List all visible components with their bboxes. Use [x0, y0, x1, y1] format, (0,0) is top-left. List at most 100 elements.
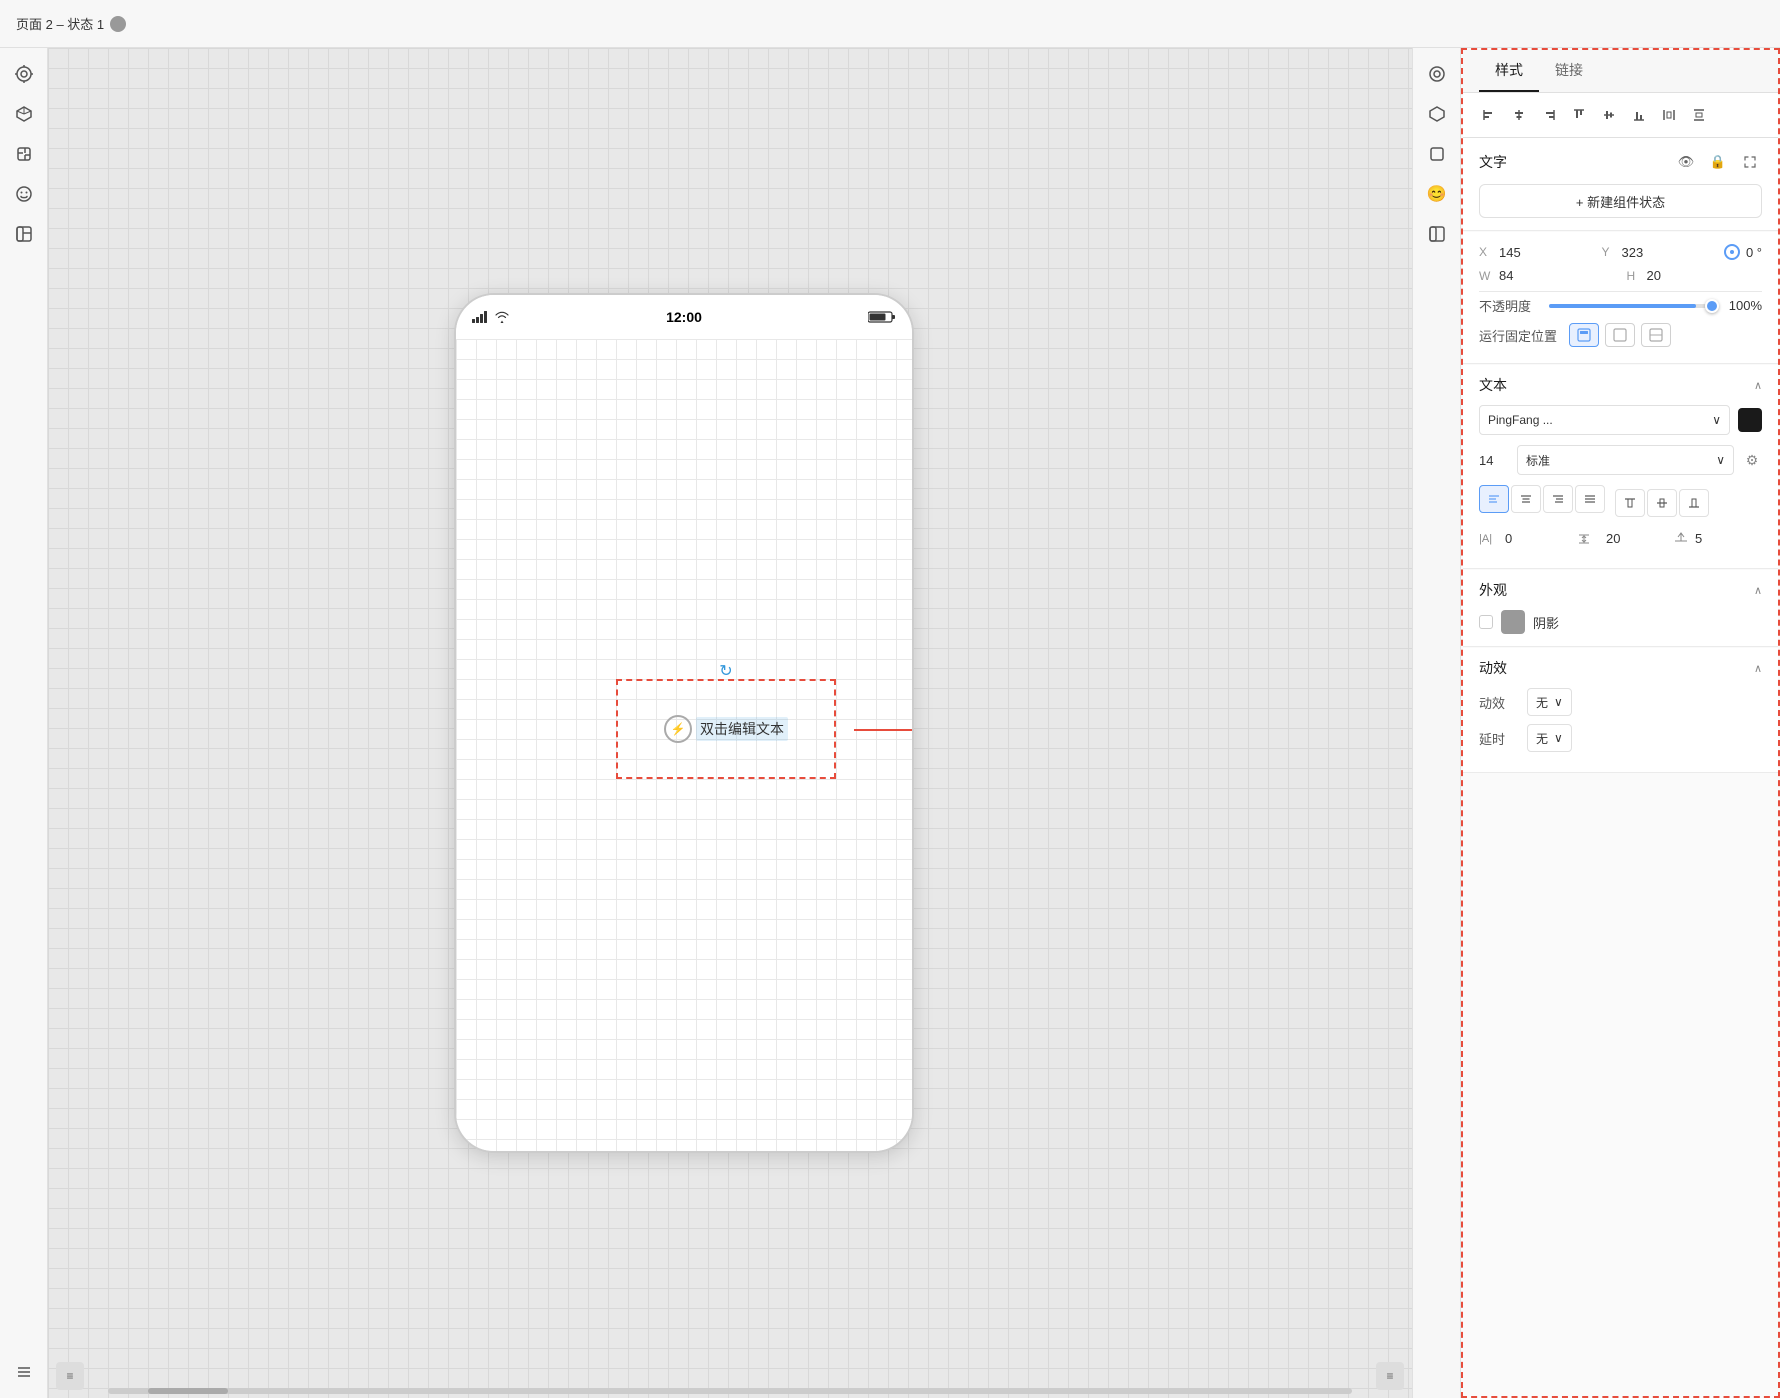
- opacity-slider[interactable]: [1549, 304, 1712, 308]
- canvas-grid: 12:00 ↻: [48, 48, 1412, 1398]
- phone-content[interactable]: ↻ ⚡ 双击编辑文本: [456, 339, 912, 1151]
- animation-collapse-icon[interactable]: ∧: [1754, 662, 1762, 675]
- sidebar-icon-resize[interactable]: [6, 136, 42, 172]
- line-height-value[interactable]: 20: [1606, 531, 1620, 546]
- letter-spacing-value[interactable]: 0: [1505, 531, 1512, 546]
- font-name: PingFang ...: [1488, 413, 1553, 427]
- line-height-icon: [1576, 531, 1600, 547]
- text-align-justify[interactable]: [1575, 485, 1605, 513]
- y-input[interactable]: [1621, 245, 1671, 260]
- text-align-center[interactable]: [1511, 485, 1541, 513]
- font-weight-select[interactable]: 标准 ∨: [1517, 445, 1734, 475]
- font-size-value[interactable]: 14: [1479, 453, 1509, 468]
- rotate-handle[interactable]: ↻: [719, 661, 732, 681]
- w-input[interactable]: [1499, 268, 1549, 283]
- expand-icon[interactable]: [1738, 150, 1762, 174]
- baseline-field: 5: [1673, 529, 1762, 548]
- rotation-dot[interactable]: [1724, 244, 1740, 260]
- lock-icon[interactable]: 🔒: [1706, 150, 1730, 174]
- text-collapse-icon[interactable]: ∧: [1754, 379, 1762, 392]
- sidebar-icon-emoji[interactable]: [6, 176, 42, 212]
- scrollbar-thumb[interactable]: [148, 1388, 228, 1394]
- w-field: W: [1479, 268, 1615, 283]
- canvas-area[interactable]: 12:00 ↻: [48, 48, 1412, 1398]
- shadow-label: 阴影: [1533, 613, 1559, 632]
- letter-spacing-field: |A| 0: [1479, 531, 1568, 546]
- component-header: 文字 👁 🔒: [1479, 150, 1762, 174]
- anim-effect-dropdown: ∨: [1554, 695, 1563, 709]
- baseline-value[interactable]: 5: [1695, 531, 1702, 546]
- vert-align-bottom[interactable]: [1679, 489, 1709, 517]
- text-title: 文本: [1479, 375, 1507, 395]
- opacity-row: 不透明度 100%: [1479, 296, 1762, 315]
- toolbar-emoji-icon[interactable]: 😊: [1419, 176, 1455, 212]
- anim-delay-row: 延时 无 ∨: [1479, 724, 1762, 752]
- letter-spacing-icon: |A|: [1479, 533, 1499, 545]
- component-title: 文字: [1479, 152, 1507, 172]
- font-weight-label: 标准: [1526, 452, 1550, 469]
- align-middle-v-btn[interactable]: [1595, 101, 1623, 129]
- new-state-button[interactable]: + 新建组件状态: [1479, 184, 1762, 218]
- page-settings-icon[interactable]: [110, 16, 126, 32]
- bottom-right-icon[interactable]: ≡: [1376, 1362, 1404, 1390]
- vert-align-middle[interactable]: [1647, 489, 1677, 517]
- animation-title: 动效: [1479, 658, 1507, 678]
- text-color-swatch[interactable]: [1738, 408, 1762, 432]
- status-left: [472, 311, 510, 323]
- distribute-v-btn[interactable]: [1685, 101, 1713, 129]
- distribute-h-btn[interactable]: [1655, 101, 1683, 129]
- align-top-btn[interactable]: [1565, 101, 1593, 129]
- w-label: W: [1479, 269, 1493, 283]
- appearance-header[interactable]: 外观 ∧: [1463, 570, 1778, 610]
- tab-style[interactable]: 样式: [1479, 50, 1539, 92]
- x-input[interactable]: [1499, 245, 1549, 260]
- anim-delay-select[interactable]: 无 ∨: [1527, 724, 1572, 752]
- toolbar-target-icon[interactable]: [1419, 56, 1455, 92]
- sidebar-icon-target[interactable]: [6, 56, 42, 92]
- text-section-header[interactable]: 文本 ∧: [1463, 365, 1778, 405]
- xy-row: X Y 0 °: [1479, 244, 1762, 260]
- toolbar-cube-icon[interactable]: [1419, 96, 1455, 132]
- font-select[interactable]: PingFang ... ∨: [1479, 405, 1730, 435]
- line-height-field: 20: [1576, 531, 1665, 547]
- sidebar-icon-cube[interactable]: [6, 96, 42, 132]
- align-bottom-btn[interactable]: [1625, 101, 1653, 129]
- shadow-color-swatch[interactable]: [1501, 610, 1525, 634]
- anim-effect-value: 无: [1536, 694, 1548, 711]
- align-left-btn[interactable]: [1475, 101, 1503, 129]
- sidebar-icon-menu-bottom[interactable]: [6, 1354, 42, 1390]
- text-align-left[interactable]: [1479, 485, 1509, 513]
- h-input[interactable]: [1647, 268, 1697, 283]
- align-center-h-btn[interactable]: [1505, 101, 1533, 129]
- right-sidebar: 样式 链接: [1460, 48, 1780, 1398]
- fixed-opt-sticky[interactable]: [1641, 323, 1671, 347]
- animation-header[interactable]: 动效 ∧: [1463, 648, 1778, 688]
- vert-align-top[interactable]: [1615, 489, 1645, 517]
- rotation-value: 0 °: [1746, 245, 1762, 260]
- text-settings-icon[interactable]: ⚙: [1742, 450, 1762, 470]
- horizontal-scrollbar[interactable]: [108, 1388, 1352, 1394]
- align-right-btn[interactable]: [1535, 101, 1563, 129]
- y-field: Y: [1601, 244, 1711, 260]
- h-field: H: [1627, 268, 1763, 283]
- vert-align-group: [1615, 489, 1709, 517]
- opacity-value: 100%: [1722, 298, 1762, 313]
- phone-status-bar: 12:00: [456, 295, 912, 339]
- bottom-left-icon[interactable]: ≡: [56, 1362, 84, 1390]
- component-actions: 👁 🔒: [1674, 150, 1762, 174]
- appearance-collapse-icon[interactable]: ∧: [1754, 584, 1762, 597]
- fixed-opt-float[interactable]: [1605, 323, 1635, 347]
- tab-link[interactable]: 链接: [1539, 50, 1599, 92]
- sidebar-icon-template[interactable]: [6, 216, 42, 252]
- selected-element[interactable]: ↻ ⚡ 双击编辑文本: [616, 679, 836, 779]
- shadow-row: 阴影: [1479, 610, 1762, 634]
- anim-effect-select[interactable]: 无 ∨: [1527, 688, 1572, 716]
- slider-thumb[interactable]: [1705, 299, 1719, 313]
- fixed-opt-pin[interactable]: [1569, 323, 1599, 347]
- visibility-icon[interactable]: 👁: [1674, 150, 1698, 174]
- text-align-right[interactable]: [1543, 485, 1573, 513]
- element-text[interactable]: 双击编辑文本: [696, 717, 788, 741]
- shadow-checkbox[interactable]: [1479, 615, 1493, 629]
- toolbar-resize-icon[interactable]: [1419, 136, 1455, 172]
- toolbar-template-icon[interactable]: [1419, 216, 1455, 252]
